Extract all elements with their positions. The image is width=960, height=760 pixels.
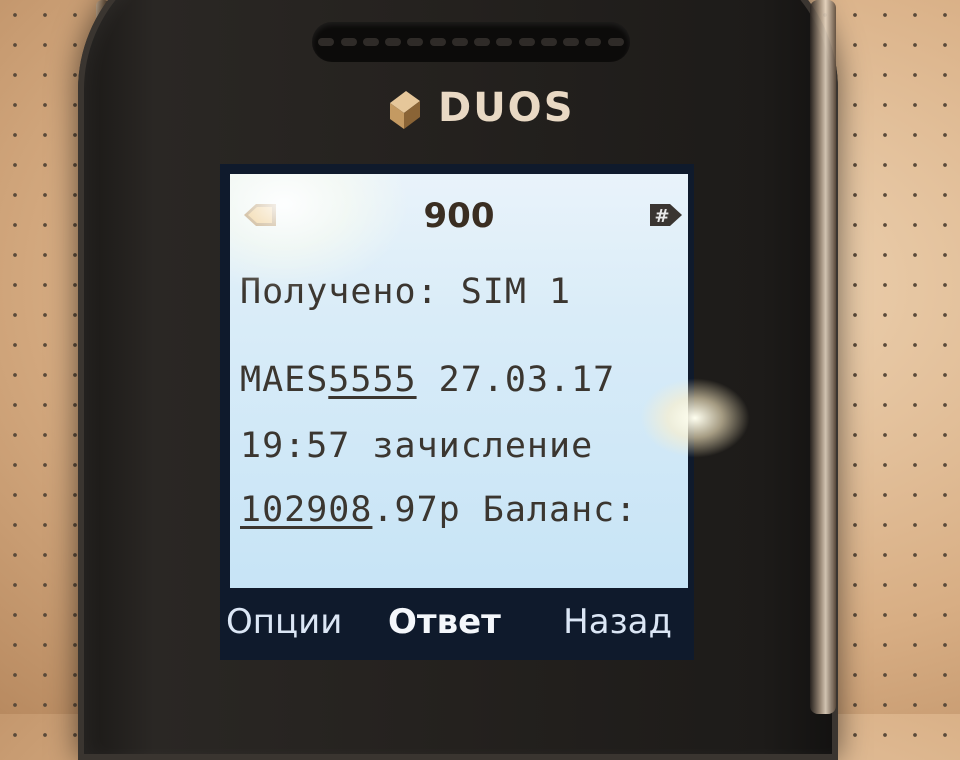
options-softkey[interactable]: Опции [226, 602, 342, 642]
reply-softkey[interactable]: Ответ [388, 602, 501, 642]
sender-number: 900 [423, 196, 495, 236]
amount-link[interactable]: 102908 [240, 490, 372, 530]
brand: DUOS [382, 80, 575, 136]
message-line-2: 19:57 зачисление [240, 426, 594, 466]
message-line-3: 102908.97р Баланс: [240, 490, 638, 530]
softkey-bar: Опции Ответ Назад [220, 596, 694, 652]
message-header: 900 # [230, 192, 688, 242]
brand-name: DUOS [438, 85, 575, 131]
message-view: 900 # Получено: SIM 1 MAES5555 27.03.17 … [230, 174, 688, 588]
received-sim-line: Получено: SIM 1 [240, 272, 572, 312]
message-line-1: MAES5555 27.03.17 [240, 360, 616, 400]
svg-text:#: # [654, 206, 669, 227]
back-softkey[interactable]: Назад [563, 602, 672, 642]
earpiece-speaker [312, 22, 630, 62]
phone-screen: 900 # Получено: SIM 1 MAES5555 27.03.17 … [220, 164, 694, 660]
duos-logo-icon [390, 91, 420, 129]
hash-navigation-icon[interactable]: # [648, 202, 684, 228]
card-number-link[interactable]: 5555 [328, 360, 416, 400]
phone-edge-right [810, 0, 836, 714]
